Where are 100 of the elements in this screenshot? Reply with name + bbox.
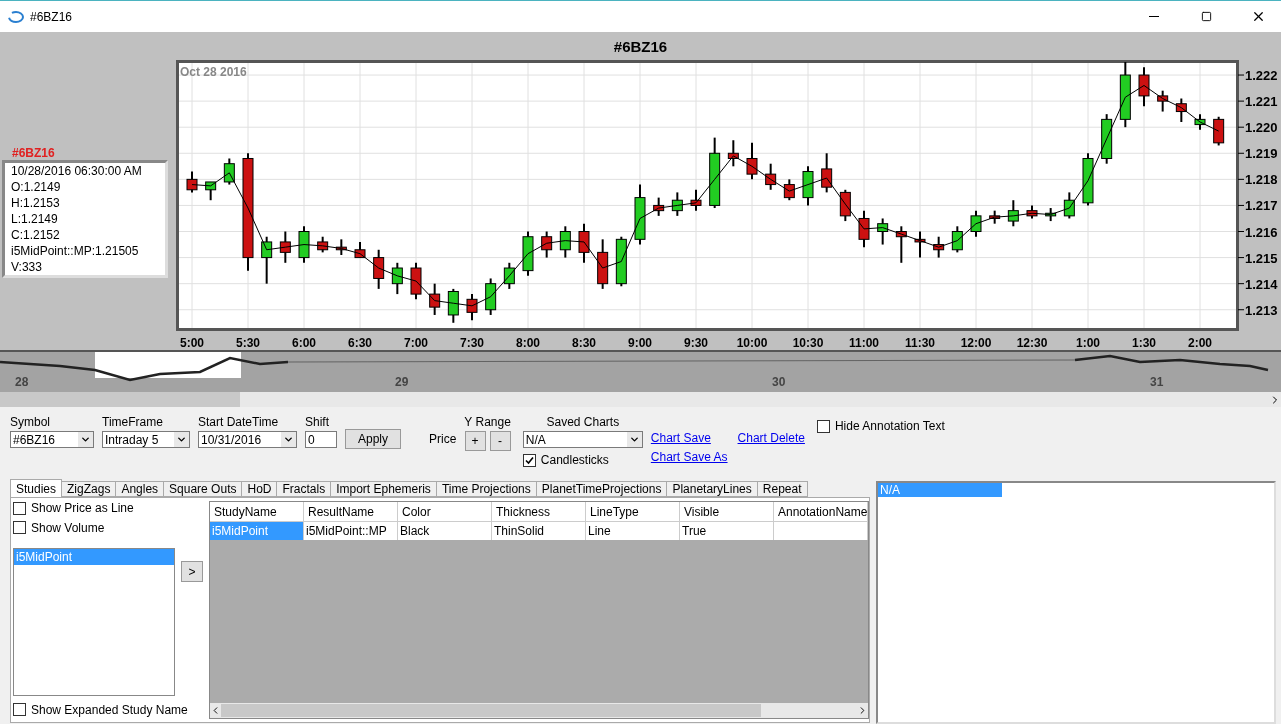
day-label: 28 xyxy=(15,375,29,389)
candlestick xyxy=(765,162,777,191)
overview-strip[interactable]: 28 29 30 31 xyxy=(0,350,1281,392)
table-cell[interactable]: i5MidPoint::MP xyxy=(304,522,398,540)
x-axis-label: 2:00 xyxy=(1188,336,1212,350)
candlestick xyxy=(1026,204,1038,220)
tab[interactable]: PlanetTimeProjections xyxy=(535,481,668,497)
candlestick xyxy=(317,235,329,254)
x-axis-label: 5:30 xyxy=(236,336,260,350)
y-axis-label: 1.217 xyxy=(1245,198,1278,214)
candlestick xyxy=(223,157,235,186)
info-symbol: #6BZ16 xyxy=(12,146,55,160)
table-cell[interactable]: Black xyxy=(398,522,492,540)
x-axis-label: 9:00 xyxy=(628,336,652,350)
checkbox[interactable]: Show Volume xyxy=(13,520,105,535)
tab[interactable]: ZigZags xyxy=(61,481,117,497)
candlestick xyxy=(354,240,366,259)
candlestick xyxy=(1194,113,1206,131)
info-line: V:333 xyxy=(11,259,42,275)
x-axis-label: 10:30 xyxy=(792,336,824,350)
y-axis-label: 1.221 xyxy=(1245,94,1278,110)
y-axis-label: 1.216 xyxy=(1245,224,1278,240)
x-axis-label: 7:00 xyxy=(404,336,428,350)
y-axis-label: 1.219 xyxy=(1245,146,1278,162)
y-axis-label: 1.214 xyxy=(1245,276,1278,292)
y-axis-label: 1.213 xyxy=(1245,302,1278,318)
tab[interactable]: Studies xyxy=(10,479,63,497)
table-cell[interactable]: Line xyxy=(586,522,680,540)
y-axis-label: 1.220 xyxy=(1245,120,1278,136)
y-range-button[interactable]: - xyxy=(489,431,511,451)
candlestick xyxy=(373,248,385,290)
y-range-button[interactable]: + xyxy=(464,431,486,451)
field-label: Saved Charts xyxy=(546,415,620,429)
candlestick xyxy=(186,170,198,194)
apply-button[interactable]: Apply xyxy=(345,429,401,449)
candlestick xyxy=(503,261,515,290)
x-axis-label: 5:00 xyxy=(180,336,204,350)
date-dropdown[interactable]: 10/31/2016 xyxy=(198,431,297,448)
candlestick xyxy=(671,191,683,217)
info-line: H:1.2153 xyxy=(11,195,60,211)
candlestick xyxy=(466,293,478,322)
checkbox[interactable]: Show Expanded Study Name xyxy=(13,702,188,717)
field-label: Symbol xyxy=(10,415,50,429)
tab[interactable]: PlanetaryLines xyxy=(666,481,758,497)
horizontal-scrollbar[interactable] xyxy=(0,392,1281,407)
add-study-button[interactable]: > xyxy=(181,561,203,582)
tab[interactable]: HoD xyxy=(241,481,278,497)
link[interactable]: Chart Save xyxy=(650,431,711,445)
info-line: C:1.2152 xyxy=(11,227,60,243)
candlestick xyxy=(391,261,403,296)
field-label: Shift xyxy=(305,415,329,429)
candlestick xyxy=(746,141,758,181)
x-axis-label: 7:30 xyxy=(460,336,484,350)
timeframe-dropdown[interactable]: Intraday 5 xyxy=(102,431,190,448)
symbol-dropdown[interactable]: #6BZ16 xyxy=(10,431,94,448)
candlestick xyxy=(298,225,310,264)
y-axis-label: 1.215 xyxy=(1245,250,1278,266)
table-cell[interactable]: True xyxy=(680,522,774,540)
candlestick xyxy=(1138,66,1150,108)
minimize-icon xyxy=(1149,16,1159,17)
candlestick xyxy=(485,277,497,316)
horizontal-scrollbar[interactable] xyxy=(210,703,868,718)
candlestick xyxy=(447,287,459,324)
candlestick xyxy=(989,209,1001,225)
candlestick xyxy=(541,230,553,259)
x-axis-label: 6:30 xyxy=(348,336,372,350)
candlestick xyxy=(559,225,571,259)
x-axis-label: 9:30 xyxy=(684,336,708,350)
y-axis-label: 1.222 xyxy=(1245,68,1278,84)
price-label: Price xyxy=(429,432,457,446)
app-logo-icon xyxy=(8,10,24,23)
tab[interactable]: Angles xyxy=(115,481,165,497)
info-line: L:1.2149 xyxy=(11,211,58,227)
info-line: 10/28/2016 06:30:00 AM xyxy=(11,163,142,179)
checkbox[interactable]: Candlesticks xyxy=(522,453,609,467)
link[interactable]: Chart Delete xyxy=(737,431,805,445)
saved-charts-dropdown[interactable]: N/A xyxy=(522,431,643,448)
tab[interactable]: Import Ephemeris xyxy=(330,481,437,497)
checkbox[interactable]: Hide Annotation Text xyxy=(816,419,945,433)
shift-field[interactable]: 0 xyxy=(305,431,337,448)
tab[interactable]: Repeat xyxy=(756,481,808,497)
field-label: TimeFrame xyxy=(102,415,163,429)
visible-range-window[interactable] xyxy=(95,352,241,378)
table-cell[interactable]: ThinSolid xyxy=(492,522,586,540)
x-axis-label: 1:30 xyxy=(1132,336,1156,350)
candlestick xyxy=(261,235,273,285)
tab[interactable]: Time Projections xyxy=(435,481,537,497)
checkbox[interactable]: Show Price as Line xyxy=(13,501,134,515)
chart-title: #6BZ16 xyxy=(613,37,668,55)
candlestick xyxy=(429,282,441,316)
info-line: O:1.2149 xyxy=(11,179,61,195)
x-axis-label: 10:00 xyxy=(736,336,768,350)
candlestick xyxy=(1063,191,1075,220)
candlestick xyxy=(802,165,814,207)
candlestick xyxy=(858,209,870,249)
link[interactable]: Chart Save As xyxy=(650,450,728,464)
candlestick xyxy=(951,225,963,254)
candlestick xyxy=(597,238,609,290)
tab[interactable]: Square Outs xyxy=(163,481,243,497)
tab[interactable]: Fractals xyxy=(276,481,332,497)
